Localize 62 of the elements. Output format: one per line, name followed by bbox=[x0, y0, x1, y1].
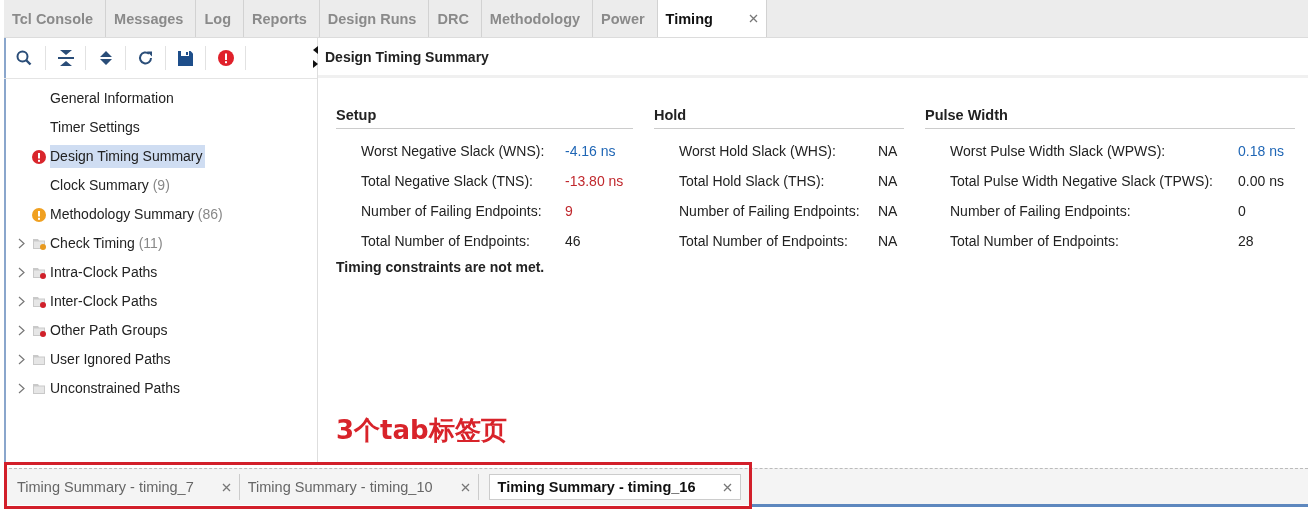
metric-value: NA bbox=[878, 233, 899, 249]
metric-value: 9 bbox=[565, 203, 574, 219]
close-icon[interactable] bbox=[221, 482, 231, 492]
metric-label: Number of Failing Endpoints: bbox=[679, 203, 861, 219]
close-icon[interactable] bbox=[723, 482, 733, 492]
metric-link[interactable]: -4.16 ns bbox=[565, 143, 633, 159]
save-icon[interactable] bbox=[178, 50, 193, 66]
metric-value: NA bbox=[878, 143, 899, 159]
panel-title: Design Timing Summary bbox=[318, 38, 1308, 78]
refresh-icon[interactable] bbox=[137, 50, 154, 66]
metric-label: Total Number of Endpoints: bbox=[950, 233, 1120, 249]
metric-value: NA bbox=[878, 173, 899, 189]
section-title: Hold bbox=[654, 107, 687, 123]
tree-item[interactable]: Intra-Clock Paths bbox=[50, 261, 160, 284]
section-title: Setup bbox=[336, 107, 377, 123]
chevron-right-icon[interactable] bbox=[18, 238, 25, 249]
annotation-text: 3个tab标签页 bbox=[336, 414, 507, 447]
metric-value: 28 bbox=[1238, 233, 1255, 249]
chevron-right-icon[interactable] bbox=[18, 354, 25, 365]
collapse-left-icon[interactable] bbox=[313, 46, 318, 54]
chevron-right-icon[interactable] bbox=[18, 267, 25, 278]
error-icon[interactable] bbox=[217, 50, 234, 66]
tree-item[interactable]: Other Path Groups bbox=[50, 319, 170, 342]
close-icon[interactable] bbox=[748, 14, 758, 23]
metric-label: Number of Failing Endpoints: bbox=[361, 203, 543, 219]
report-tab[interactable]: Timing Summary - timing_16 bbox=[488, 474, 742, 500]
tree-item[interactable]: Methodology Summary (86) bbox=[50, 203, 225, 226]
report-tab[interactable]: Timing Summary - timing_10 bbox=[239, 474, 479, 500]
chevron-right-icon[interactable] bbox=[18, 296, 25, 307]
metric-value: 0 bbox=[1238, 203, 1247, 219]
tree-item[interactable]: Clock Summary (9) bbox=[50, 174, 172, 197]
metric-link[interactable]: 0.18 ns bbox=[1238, 143, 1295, 159]
section-title: Pulse Width bbox=[925, 107, 1008, 123]
status-message: Timing constraints are not met. bbox=[335, 258, 545, 275]
metric-value: 0.00 ns bbox=[1238, 173, 1285, 189]
chevron-right-icon[interactable] bbox=[18, 325, 25, 336]
metric-label: Total Hold Slack (THS): bbox=[679, 173, 826, 189]
expand-right-icon[interactable] bbox=[313, 60, 318, 68]
tree-item[interactable]: User Ignored Paths bbox=[50, 348, 173, 371]
close-icon[interactable] bbox=[460, 482, 470, 492]
metric-label: Total Number of Endpoints: bbox=[679, 233, 849, 249]
metric-label: Total Pulse Width Negative Slack (TPWS): bbox=[950, 173, 1214, 189]
tree-item[interactable]: Design Timing Summary bbox=[50, 145, 205, 168]
metric-label: Worst Hold Slack (WHS): bbox=[679, 143, 837, 159]
metric-value: -13.80 ns bbox=[565, 173, 625, 189]
metric-value: NA bbox=[878, 203, 899, 219]
report-tab[interactable]: Timing Summary - timing_7 bbox=[9, 474, 240, 500]
metric-label: Worst Pulse Width Slack (WPWS): bbox=[950, 143, 1167, 159]
tree-item[interactable]: Timer Settings bbox=[50, 116, 142, 139]
tab[interactable]: Timing bbox=[657, 0, 767, 37]
chevron-right-icon[interactable] bbox=[18, 383, 25, 394]
tree-item[interactable]: General Information bbox=[50, 87, 176, 110]
metric-label: Total Negative Slack (TNS): bbox=[361, 173, 534, 189]
tree-item[interactable]: Check Timing (11) bbox=[50, 232, 165, 255]
metric-label: Total Number of Endpoints: bbox=[361, 233, 531, 249]
search-icon[interactable] bbox=[16, 50, 32, 66]
tree-item[interactable]: Unconstrained Paths bbox=[50, 377, 182, 400]
metric-value: 46 bbox=[565, 233, 582, 249]
tree-item[interactable]: Inter-Clock Paths bbox=[50, 290, 160, 313]
metric-label: Number of Failing Endpoints: bbox=[950, 203, 1132, 219]
collapse-all-icon[interactable] bbox=[57, 50, 74, 66]
metric-label: Worst Negative Slack (WNS): bbox=[361, 143, 546, 159]
